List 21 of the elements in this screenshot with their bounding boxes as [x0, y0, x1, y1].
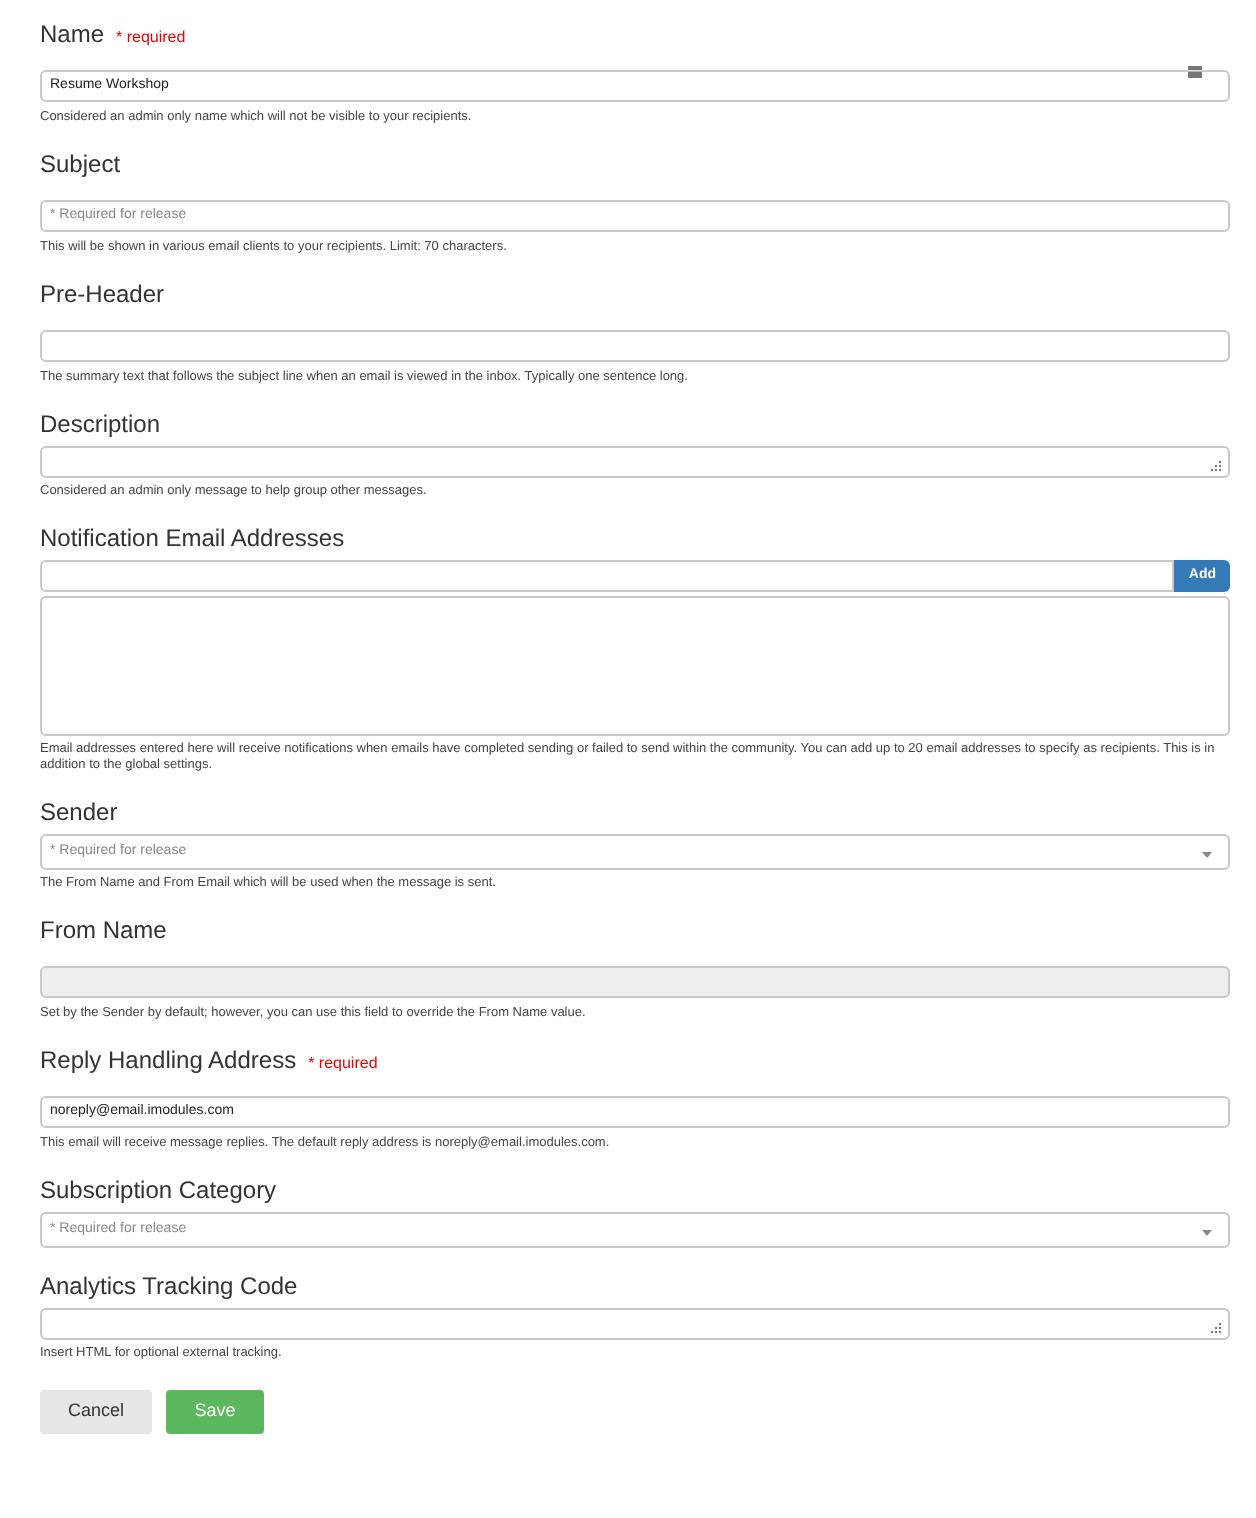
required-marker: * required [116, 26, 186, 48]
field-label: Subscription Category [40, 1176, 277, 1204]
field-label: Name [40, 20, 105, 48]
field-label: Reply Handling Address [40, 1046, 297, 1074]
cancel-button[interactable]: Cancel [40, 1390, 152, 1434]
field-label: Description [40, 410, 161, 438]
save-button[interactable]: Save [166, 1390, 264, 1434]
field-label: Notification Email Addresses [40, 524, 345, 552]
email-list-box[interactable] [40, 596, 1230, 736]
field-label: Subject [40, 150, 121, 178]
field-label: Analytics Tracking Code [40, 1272, 298, 1300]
required-marker: * required [308, 1052, 378, 1074]
resize-grip-icon[interactable] [1210, 1322, 1222, 1334]
caret-icon [1202, 1230, 1212, 1236]
text-field[interactable] [40, 329, 1230, 361]
email-input-field[interactable] [40, 560, 1175, 592]
resize-grip-icon[interactable] [1210, 460, 1222, 472]
field-label: Sender [40, 798, 118, 826]
caret-icon [1202, 852, 1212, 858]
field-label: From Name [40, 916, 167, 944]
field-label: Pre-Header [40, 280, 165, 308]
